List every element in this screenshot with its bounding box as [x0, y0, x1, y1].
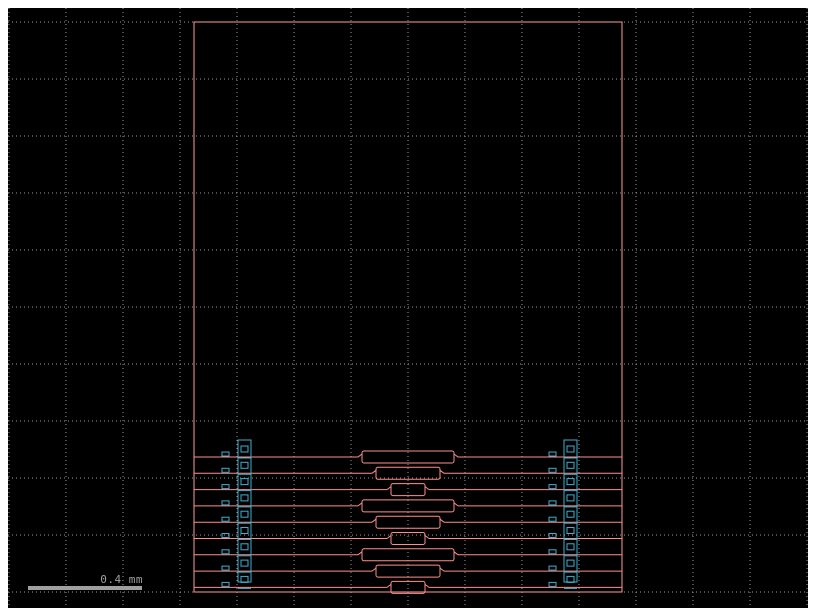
- via-pad: [241, 462, 248, 468]
- modulator-section: [391, 484, 425, 496]
- left-pad-column: [222, 440, 251, 588]
- contact-pad: [222, 566, 229, 570]
- contact-pad: [549, 452, 556, 456]
- taper: [454, 454, 458, 457]
- contact-pad: [549, 468, 556, 472]
- contact-pad: [222, 550, 229, 554]
- taper: [454, 503, 458, 506]
- contact-pad: [549, 550, 556, 554]
- contact-pad: [549, 566, 556, 570]
- taper: [387, 584, 391, 587]
- contact-pad: [549, 485, 556, 489]
- scale-bar-segment: [85, 586, 142, 590]
- via-pad: [567, 560, 574, 566]
- via-pad: [241, 560, 248, 566]
- contact-pad: [222, 582, 229, 586]
- via-pad: [567, 462, 574, 468]
- taper: [425, 487, 429, 490]
- contact-pad: [549, 501, 556, 505]
- contact-pad: [222, 501, 229, 505]
- via-pad: [567, 495, 574, 501]
- via-pad: [567, 528, 574, 534]
- taper: [372, 568, 376, 571]
- via-pad: [567, 511, 574, 517]
- layout-viewport[interactable]: 0.4 mm: [8, 8, 808, 608]
- contact-pad: [222, 485, 229, 489]
- via-pad: [241, 511, 248, 517]
- via-pad: [567, 446, 574, 452]
- via-pad: [567, 544, 574, 550]
- contact-pad: [222, 468, 229, 472]
- modulator-section: [376, 516, 440, 528]
- scale-bar: 0.4 mm: [28, 573, 142, 593]
- contact-pad: [222, 517, 229, 521]
- taper: [440, 519, 444, 522]
- modulator-section: [376, 565, 440, 577]
- scale-bar-label: 0.4 mm: [100, 573, 143, 586]
- modulator-section: [362, 549, 454, 561]
- layout-canvas: [8, 8, 808, 608]
- via-pad: [241, 446, 248, 452]
- taper: [440, 568, 444, 571]
- contact-pad: [549, 582, 556, 586]
- contact-pad: [549, 517, 556, 521]
- via-pad: [567, 479, 574, 485]
- modulator-section: [362, 500, 454, 512]
- via-pad: [241, 544, 248, 550]
- via-pad: [241, 495, 248, 501]
- taper: [425, 536, 429, 539]
- taper: [358, 454, 362, 457]
- modulator-section: [391, 533, 425, 545]
- contact-pad: [222, 534, 229, 538]
- taper: [372, 519, 376, 522]
- contact-pad: [222, 452, 229, 456]
- taper: [425, 584, 429, 587]
- grid: [8, 8, 808, 608]
- taper: [454, 552, 458, 555]
- via-pad: [241, 528, 248, 534]
- taper: [358, 552, 362, 555]
- taper: [440, 470, 444, 473]
- taper: [372, 470, 376, 473]
- taper: [387, 487, 391, 490]
- taper: [358, 503, 362, 506]
- taper: [387, 536, 391, 539]
- via-pad: [241, 479, 248, 485]
- right-pad-column: [549, 440, 577, 588]
